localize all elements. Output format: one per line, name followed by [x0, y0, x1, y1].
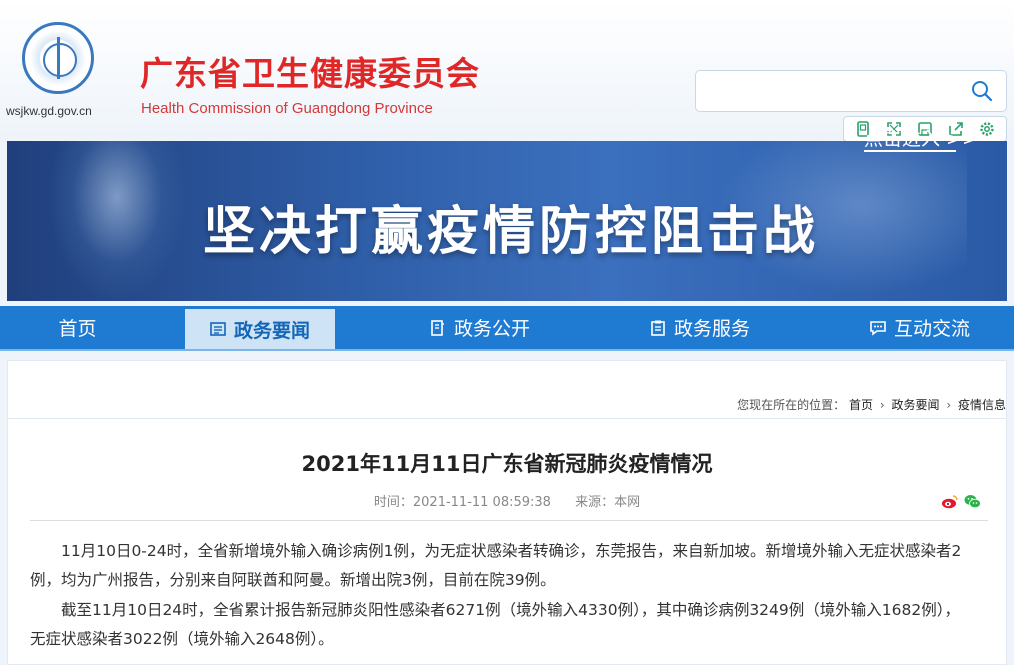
article-paragraph-1-cont: 例，均为广州报告，分别来自阿联酋和阿曼。新增出院3例，目前在院39例。 [30, 566, 988, 595]
chat-icon [870, 320, 886, 336]
nav-item-label: 首页 [58, 318, 97, 340]
site-title-en: Health Commission of Guangdong Province [141, 100, 433, 117]
search-input[interactable] [695, 70, 1007, 112]
nav-item-public-affairs[interactable]: 政务公开 [405, 306, 555, 349]
article-paragraph-2: 截至11月10日24时，全省累计报告新冠肺炎阳性感染者6271例（境外输入433… [30, 596, 988, 625]
banner-enter-link[interactable]: 点击进入 >> [864, 124, 978, 151]
site-logo[interactable] [22, 22, 94, 94]
banner-medical-worker-image [47, 141, 187, 301]
paragraph-line: 无症状感染者3022例（境外输入2648例）。 [30, 630, 334, 648]
article-time: 时间：2021-11-11 08:59:38 [373, 495, 551, 510]
nav-item-label: 政务公开 [453, 318, 530, 340]
nav-item-label: 互动交流 [893, 318, 970, 340]
article-source: 来源：本网 [575, 495, 641, 510]
banner-link-underline [864, 150, 956, 152]
article-paragraph-2-cont: 无症状感染者3022例（境外输入2648例）。 [30, 625, 988, 654]
nav-item-label: 政务要闻 [233, 319, 310, 342]
divider [7, 418, 1007, 419]
article-meta: 时间：2021-11-11 08:59:38 来源：本网 [0, 491, 1014, 510]
main-nav: 首页 政务要闻 政务公开 政务服务 互动交流 [0, 306, 1014, 351]
wechat-share-icon[interactable] [964, 494, 981, 509]
site-title-cn[interactable]: 广东省卫生健康委员会 [140, 47, 480, 95]
site-domain: wsjkw.gd.gov.cn [6, 104, 92, 118]
breadcrumb-separator: › [946, 398, 952, 412]
site-header: wsjkw.gd.gov.cn 广东省卫生健康委员会 Health Commis… [0, 0, 1014, 142]
paragraph-line: 截至11月10日24时，全省累计报告新冠肺炎阳性感染者6271例（境外输入433… [61, 601, 960, 619]
breadcrumb-prefix: 您现在所在的位置： [737, 398, 846, 412]
nav-item-label: 政务服务 [673, 318, 750, 340]
nav-item-services[interactable]: 政务服务 [625, 306, 775, 349]
breadcrumb: 您现在所在的位置： 首页 › 政务要闻 › 疫情信息 [737, 396, 1006, 413]
paragraph-line: 11月10日0-24时，全省新增境外输入确诊病例1例，为无症状感染者转确诊，东莞… [61, 542, 962, 560]
nav-item-interaction[interactable]: 互动交流 [845, 306, 995, 349]
search-icon[interactable] [970, 79, 994, 103]
breadcrumb-home[interactable]: 首页 [849, 398, 873, 412]
breadcrumb-separator: › [879, 398, 885, 412]
article-title: 2021年11月11日广东省新冠肺炎疫情情况 [301, 452, 713, 476]
nav-item-news[interactable]: 政务要闻 [185, 309, 335, 349]
document-icon [431, 319, 444, 336]
nav-item-home[interactable]: 首页 [0, 306, 155, 349]
title-divider [30, 520, 988, 521]
breadcrumb-epidemic[interactable]: 疫情信息 [958, 398, 1006, 412]
news-list-icon [210, 322, 226, 336]
covid-banner[interactable]: 坚决打赢疫情防控阻击战 [7, 141, 1007, 301]
weibo-share-icon[interactable] [941, 494, 958, 509]
paragraph-line: 例，均为广州报告，分别来自阿联酋和阿曼。新增出院3例，目前在院39例。 [30, 571, 556, 589]
clipboard-icon [651, 320, 665, 336]
breadcrumb-news[interactable]: 政务要闻 [892, 398, 940, 412]
settings-icon[interactable] [978, 120, 996, 138]
banner-headline: 坚决打赢疫情防控阻击战 [203, 202, 820, 262]
article-paragraph-1: 11月10日0-24时，全省新增境外输入确诊病例1例，为无症状感染者转确诊，东莞… [30, 537, 988, 566]
